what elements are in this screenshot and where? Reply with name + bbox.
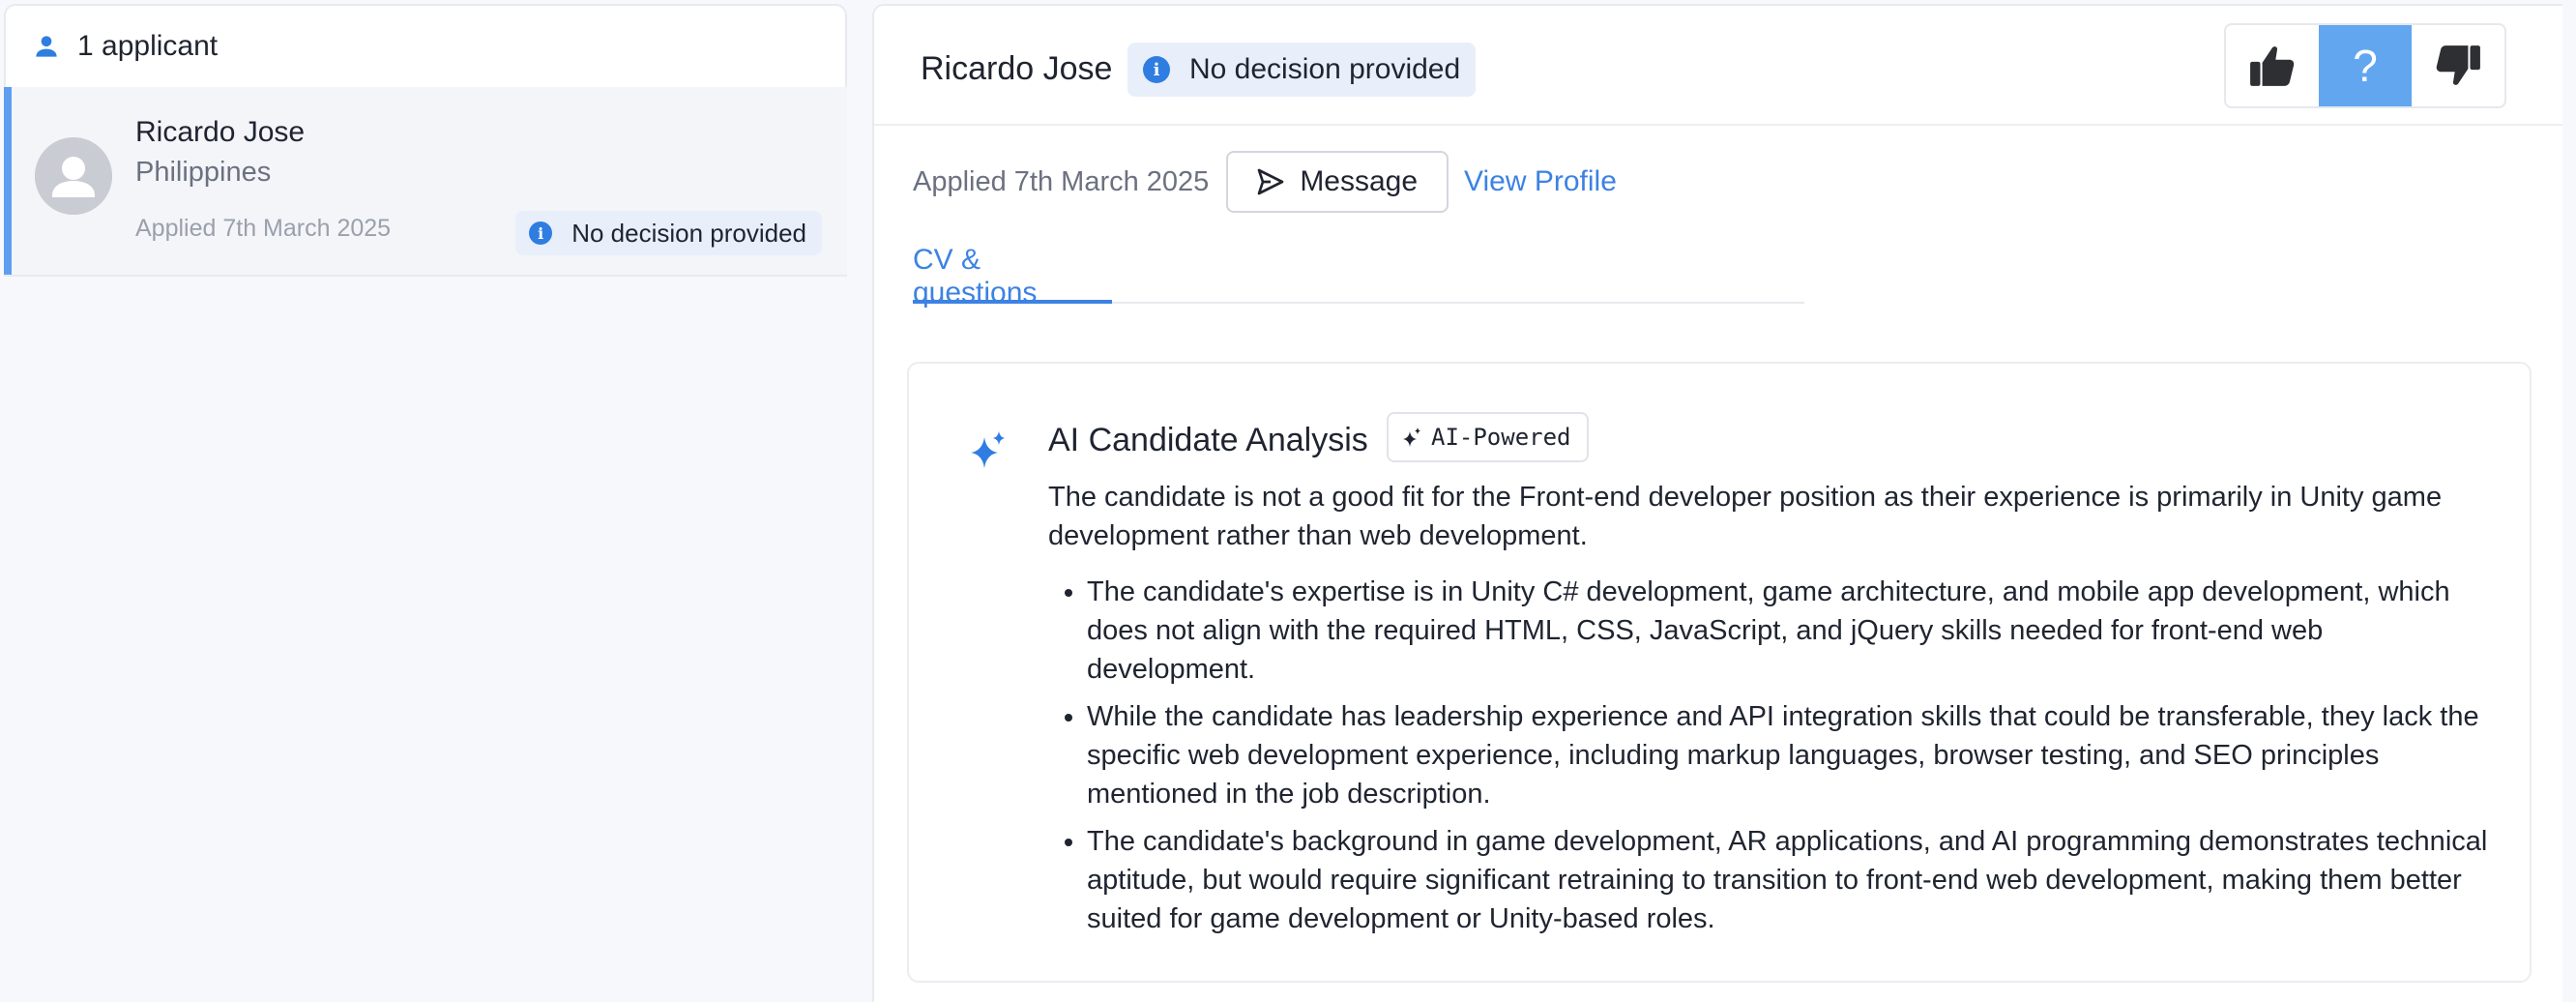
maybe-button[interactable]: ?: [2319, 25, 2412, 106]
status-badge: i No decision provided: [515, 211, 822, 255]
user-icon: [31, 31, 62, 62]
candidate-name: Ricardo Jose: [921, 50, 1113, 87]
ai-powered-label: AI-Powered: [1431, 424, 1571, 451]
status-badge: i No decision provided: [1127, 43, 1477, 97]
view-profile-link[interactable]: View Profile: [1464, 165, 1617, 198]
applied-date: Applied 7th March 2025: [913, 165, 1210, 197]
applicant-name: Ricardo Jose: [135, 116, 306, 148]
applicant-country: Philippines: [135, 157, 272, 188]
default-avatar-icon: [35, 137, 112, 215]
selected-indicator: [4, 87, 12, 275]
candidate-header: Ricardo Jose i No decision provided ?: [874, 6, 2562, 126]
sparkle-icon: [971, 431, 1005, 468]
status-badge-label: No decision provided: [1189, 53, 1461, 85]
question-mark-icon: ?: [2353, 41, 2378, 91]
thumbs-down-icon: [2436, 45, 2480, 85]
sparkle-icon: [1402, 427, 1423, 448]
applicant-count: 1 applicant: [77, 30, 219, 62]
applicants-header: 1 applicant: [4, 4, 847, 87]
analysis-summary: The candidate is not a good fit for the …: [1048, 482, 2443, 551]
ai-powered-badge: AI-Powered: [1387, 412, 1589, 462]
send-icon: [1255, 166, 1286, 197]
tab-bar: CV & questions: [913, 234, 1804, 309]
list-item: While the candidate has leadership exper…: [1087, 697, 2491, 813]
analysis-title: AI Candidate Analysis: [1048, 422, 1368, 458]
thumbs-up-icon: [2250, 46, 2295, 86]
candidate-detail-panel: Ricardo Jose i No decision provided ? Ap…: [872, 4, 2562, 1002]
status-badge-label: No decision provided: [571, 218, 806, 248]
tab-cv-questions[interactable]: CV & questions: [913, 234, 1112, 309]
ai-analysis-card: AI Candidate Analysis AI-Powered The can…: [907, 362, 2532, 983]
message-button[interactable]: Message: [1226, 151, 1449, 213]
thumbs-up-button[interactable]: [2226, 25, 2319, 106]
info-icon: i: [529, 221, 553, 245]
message-button-label: Message: [1300, 165, 1419, 197]
list-item: The candidate's background in game devel…: [1087, 822, 2491, 938]
candidate-meta-row: Applied 7th March 2025 Message View Prof…: [913, 151, 1617, 213]
analysis-points: The candidate's expertise is in Unity C#…: [1087, 573, 2491, 947]
decision-button-group: ?: [2224, 23, 2506, 108]
thumbs-down-button[interactable]: [2412, 25, 2504, 106]
avatar: [35, 137, 112, 215]
info-icon: i: [1143, 56, 1170, 83]
list-item: The candidate's expertise is in Unity C#…: [1087, 573, 2491, 689]
applicants-panel: 1 applicant Ricardo Jose Philippines App…: [4, 4, 847, 1002]
applicant-applied-date: Applied 7th March 2025: [135, 215, 392, 242]
